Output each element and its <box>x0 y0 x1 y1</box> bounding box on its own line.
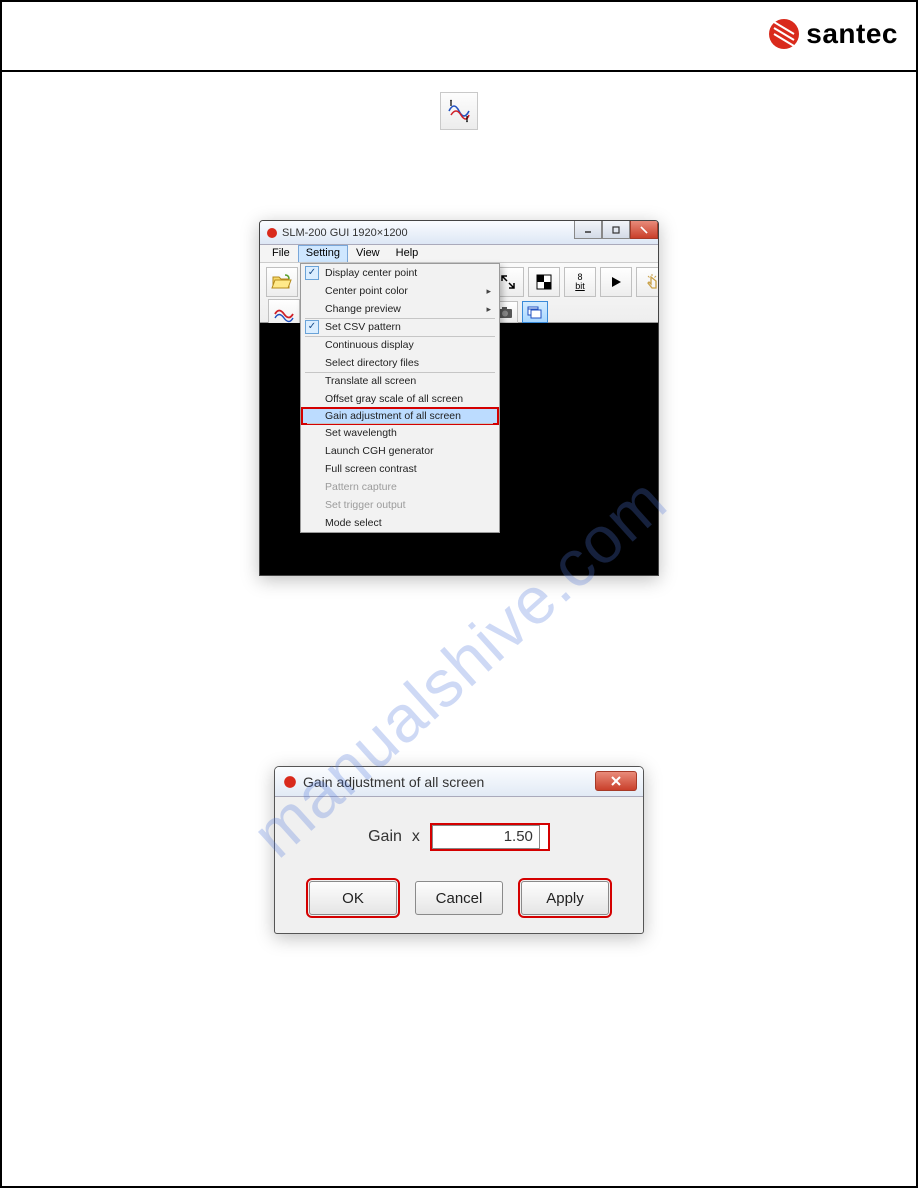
menu-view[interactable]: View <box>348 245 388 262</box>
toolbar: 8bit ✓ Display center point Center point <box>260 263 658 323</box>
hand-click-icon <box>643 273 659 291</box>
dd-label: Change preview <box>325 303 401 315</box>
page-header: santec <box>2 2 916 72</box>
app-icon <box>266 227 278 239</box>
dd-continuous-display[interactable]: Continuous display <box>301 336 499 354</box>
gain-input[interactable]: 1.50 <box>432 825 540 849</box>
play-icon <box>609 275 623 289</box>
minimize-button[interactable] <box>574 221 602 239</box>
dd-label: Gain adjustment of all screen <box>325 410 461 422</box>
dd-label: Set trigger output <box>325 499 406 511</box>
brand-name: santec <box>806 18 898 50</box>
dd-offset-gray-scale[interactable]: Offset gray scale of all screen <box>301 390 499 408</box>
menu-help[interactable]: Help <box>388 245 427 262</box>
dd-mode-select[interactable]: Mode select <box>301 514 499 532</box>
dd-label: Launch CGH generator <box>325 445 434 457</box>
close-icon <box>610 775 622 787</box>
dd-set-csv-pattern[interactable]: ✓ Set CSV pattern <box>301 318 499 336</box>
dd-label: Mode select <box>325 517 382 529</box>
gain-toolbar-icon[interactable] <box>440 92 478 130</box>
dd-select-directory-files[interactable]: Select directory files <box>301 354 499 372</box>
dd-launch-cgh-generator[interactable]: Launch CGH generator <box>301 442 499 460</box>
app-icon <box>283 775 297 789</box>
santec-logo-icon <box>768 18 800 50</box>
window-titlebar[interactable]: SLM-200 GUI 1920×1200 <box>260 221 658 245</box>
play-button[interactable] <box>600 267 632 297</box>
dd-label: Set CSV pattern <box>325 321 401 333</box>
dd-label: Pattern capture <box>325 481 397 493</box>
gain-x-label: x <box>412 828 420 846</box>
menu-bar[interactable]: File Setting View Help <box>260 245 658 263</box>
dd-gain-adjustment[interactable]: Gain adjustment of all screen <box>301 407 499 425</box>
dd-label: Offset gray scale of all screen <box>325 393 463 405</box>
window-title: SLM-200 GUI 1920×1200 <box>282 227 408 239</box>
cancel-button[interactable]: Cancel <box>415 881 503 915</box>
bit-button[interactable]: 8bit <box>564 267 596 297</box>
dd-change-preview[interactable]: Change preview ▸ <box>301 300 499 318</box>
dd-label: Center point color <box>325 285 408 297</box>
submenu-arrow-icon: ▸ <box>486 304 491 315</box>
dialog-title: Gain adjustment of all screen <box>303 774 484 790</box>
expand-icon <box>499 273 517 291</box>
dd-display-center-point[interactable]: ✓ Display center point <box>301 264 499 282</box>
main-window: SLM-200 GUI 1920×1200 File Setting View … <box>259 220 659 576</box>
folder-open-icon <box>271 273 293 291</box>
bit-label-bit: bit <box>575 282 585 291</box>
dialog-close-button[interactable] <box>595 771 637 791</box>
dialog-titlebar[interactable]: Gain adjustment of all screen <box>275 767 643 797</box>
maximize-button[interactable] <box>602 221 630 239</box>
gain-input-wrapper: 1.50 <box>430 823 550 851</box>
gain-dialog: Gain adjustment of all screen Gain x 1.5… <box>274 766 644 934</box>
ok-button[interactable]: OK <box>309 881 397 915</box>
brand-logo: santec <box>768 18 898 50</box>
dd-label: Translate all screen <box>325 375 416 387</box>
dd-label: Continuous display <box>325 339 414 351</box>
click-button[interactable] <box>636 267 659 297</box>
menu-file[interactable]: File <box>264 245 298 262</box>
dd-label: Full screen contrast <box>325 463 417 475</box>
submenu-arrow-icon: ▸ <box>486 286 491 297</box>
open-file-button[interactable] <box>266 267 298 297</box>
setting-dropdown: ✓ Display center point Center point colo… <box>300 263 500 533</box>
stack-icon <box>526 305 544 319</box>
dd-center-point-color[interactable]: Center point color ▸ <box>301 282 499 300</box>
gain-label: Gain <box>368 828 402 846</box>
dd-label: Display center point <box>325 267 417 279</box>
wave-icon <box>273 305 295 323</box>
dd-label: Select directory files <box>325 357 419 369</box>
wave-scale-icon <box>445 97 473 125</box>
checker-button[interactable] <box>528 267 560 297</box>
dd-set-trigger-output: Set trigger output <box>301 496 499 514</box>
dd-full-screen-contrast[interactable]: Full screen contrast <box>301 460 499 478</box>
dd-set-wavelength[interactable]: Set wavelength <box>301 424 499 442</box>
check-icon: ✓ <box>305 320 319 334</box>
check-icon: ✓ <box>305 266 319 280</box>
close-button[interactable] <box>630 221 658 239</box>
dd-translate-all-screen[interactable]: Translate all screen <box>301 372 499 390</box>
menu-setting[interactable]: Setting <box>298 245 348 262</box>
dd-pattern-capture: Pattern capture <box>301 478 499 496</box>
stack-button[interactable] <box>522 301 548 323</box>
apply-button[interactable]: Apply <box>521 881 609 915</box>
checker-icon <box>535 273 553 291</box>
dd-label: Set wavelength <box>325 427 397 439</box>
